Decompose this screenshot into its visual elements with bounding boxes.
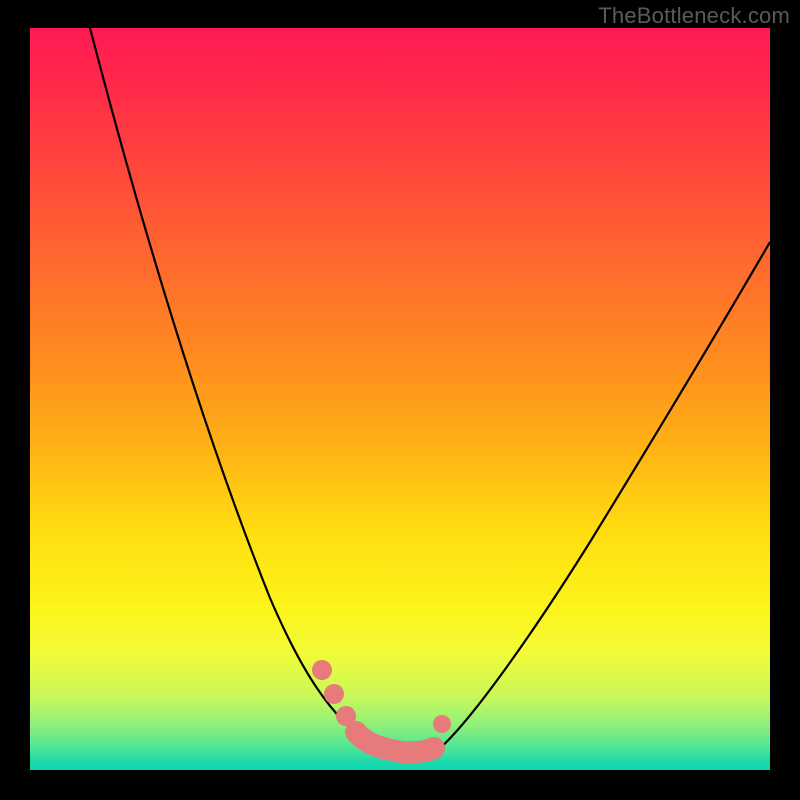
marker-dot xyxy=(312,660,332,680)
watermark-text: TheBottleneck.com xyxy=(598,3,790,29)
curve-left xyxy=(90,28,375,748)
marker-dot xyxy=(433,715,451,733)
bottleneck-curve xyxy=(30,28,770,770)
marker-dot xyxy=(346,722,366,742)
marker-dot xyxy=(324,684,344,704)
valley-highlight xyxy=(356,732,434,752)
plot-area xyxy=(30,28,770,770)
curve-right xyxy=(438,242,770,750)
chart-frame: TheBottleneck.com xyxy=(0,0,800,800)
